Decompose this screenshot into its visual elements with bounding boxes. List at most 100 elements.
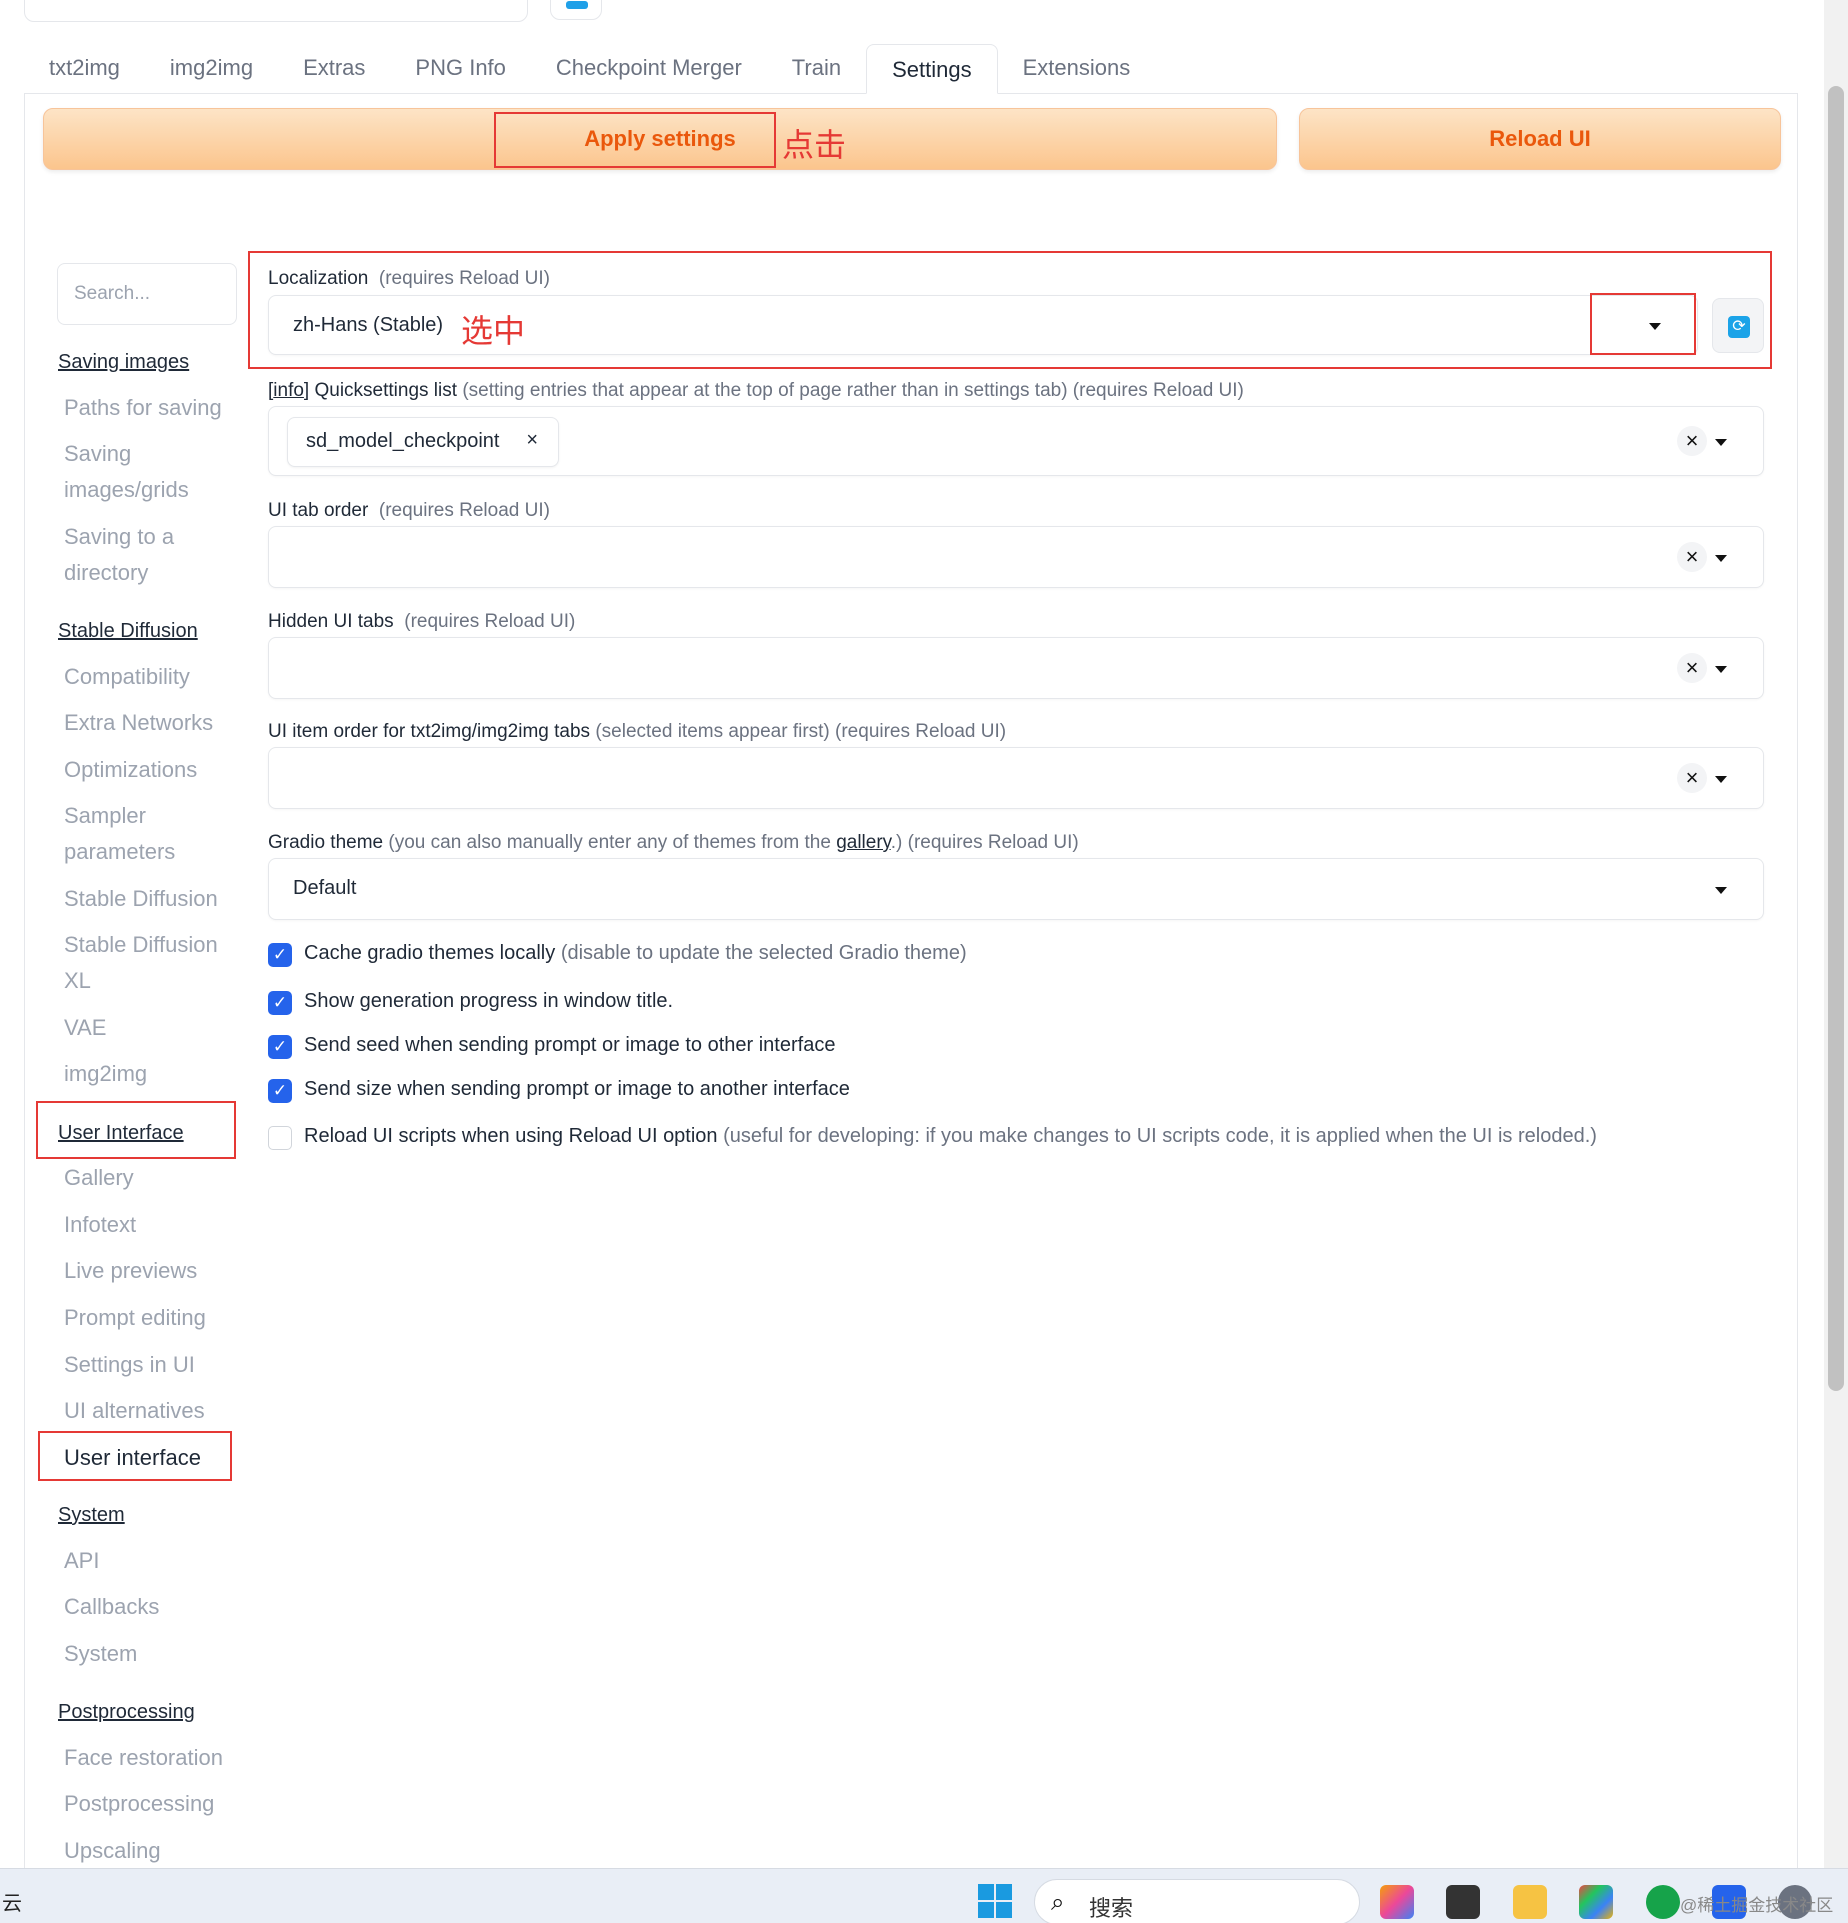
localization-dropdown[interactable]: zh-Hans (Stable) 选中 [268,295,1698,355]
tab-txt2img[interactable]: txt2img [24,43,145,93]
sidebar-item-upscaling[interactable]: Upscaling [64,1833,239,1869]
localization-label-text: Localization [268,268,369,289]
clear-icon[interactable]: × [1677,763,1707,793]
main-tabs: txt2img img2img Extras PNG Info Checkpoi… [24,44,1798,94]
scrollbar-thumb[interactable] [1828,86,1844,1391]
browser-icon[interactable] [1646,1885,1680,1919]
sidebar-item-extra-networks[interactable]: Extra Networks [64,705,239,741]
hidden-ui-tabs-label-text: Hidden UI tabs [268,611,394,632]
chevron-down-icon[interactable] [1715,555,1727,562]
clear-icon[interactable]: × [1677,653,1707,683]
tab-img2img[interactable]: img2img [145,43,278,93]
quicksetting-checkpoint-select[interactable] [24,0,528,22]
sidebar-item-postprocessing[interactable]: Postprocessing [64,1786,239,1822]
sidebar-item-live-previews[interactable]: Live previews [64,1253,239,1289]
reload-ui-button[interactable]: Reload UI [1299,108,1781,170]
refresh-localization-button[interactable]: ⟳ [1712,298,1764,353]
sidebar-item-ui-alternatives[interactable]: UI alternatives [64,1393,239,1429]
checkbox-checked[interactable]: ✓ [268,943,292,967]
gradio-theme-dropdown[interactable]: Default [268,858,1764,920]
sidebar-item-infotext[interactable]: Infotext [64,1207,239,1243]
reload-scripts-label: Reload UI scripts when using Reload UI o… [304,1125,718,1147]
sidebar-item-user-interface[interactable]: User interface [64,1440,239,1476]
chevron-down-icon[interactable] [1715,776,1727,783]
send-size-label: Send size when sending prompt or image t… [304,1078,850,1100]
chevron-down-icon[interactable] [1715,887,1727,894]
ui-tab-order-label-text: UI tab order [268,500,369,521]
taskbar-search[interactable]: ⌕ 搜索 [1034,1879,1360,1923]
chevron-down-icon[interactable] [1715,439,1727,446]
weather-widget[interactable]: 云 [2,1887,22,1916]
refresh-checkpoint-button[interactable] [550,0,602,20]
windows-start-icon[interactable] [978,1884,1012,1918]
store-icon[interactable] [1579,1885,1613,1919]
annotation-click-text: 点击 [782,127,847,163]
gallery-link[interactable]: gallery [836,832,891,853]
gradio-theme-label-text: Gradio theme [268,832,384,853]
info-link[interactable]: info [273,380,304,401]
settings-search-input[interactable] [57,263,237,325]
sidebar-item-saving-images-grids[interactable]: Saving images/grids [64,436,239,508]
checkbox-checked[interactable]: ✓ [268,991,292,1015]
chip-label: sd_model_checkpoint [306,430,500,452]
annotation-selected-text: 选中 [461,313,526,349]
apply-settings-button[interactable]: Apply settings [43,108,1277,170]
checkbox-checked[interactable]: ✓ [268,1079,292,1103]
ui-tab-order-note: (requires Reload UI) [378,500,550,521]
clear-icon[interactable]: × [1677,426,1707,456]
ui-tab-order-label: UI tab order (requires Reload UI) [268,500,550,522]
hidden-ui-tabs-note: (requires Reload UI) [404,611,576,632]
sidebar-item-settings-in-ui[interactable]: Settings in UI [64,1347,239,1383]
sidebar-item-paths-for-saving[interactable]: Paths for saving [64,390,239,426]
task-view-icon[interactable] [1446,1885,1480,1919]
sidebar-item-face-restoration[interactable]: Face restoration [64,1740,239,1776]
search-icon: ⌕ [1051,1889,1065,1916]
hidden-ui-tabs-multiselect[interactable]: × [268,637,1764,699]
sidebar-item-sampler-parameters[interactable]: Sampler parameters [64,798,239,870]
sidebar-section-postprocessing[interactable]: Postprocessing [58,1701,195,1724]
sidebar-section-stable-diffusion[interactable]: Stable Diffusion [58,620,198,643]
chevron-down-icon[interactable] [1715,666,1727,673]
sidebar-item-gallery[interactable]: Gallery [64,1160,239,1196]
page-scrollbar[interactable] [1824,0,1848,1868]
tab-png-info[interactable]: PNG Info [390,43,530,93]
sidebar-item-vae[interactable]: VAE [64,1010,239,1046]
sidebar-item-compatibility[interactable]: Compatibility [64,659,239,695]
sidebar-section-saving-images[interactable]: Saving images [58,351,189,374]
ui-tab-order-multiselect[interactable]: × [268,526,1764,588]
tab-extensions[interactable]: Extensions [998,43,1156,93]
sidebar-item-optimizations[interactable]: Optimizations [64,752,239,788]
checkbox-unchecked[interactable] [268,1126,292,1150]
cache-themes-note: (disable to update the selected Gradio t… [560,942,967,964]
sidebar-item-system[interactable]: System [64,1636,239,1672]
tab-train[interactable]: Train [767,43,866,93]
sidebar-item-stable-diffusion[interactable]: Stable Diffusion [64,881,239,917]
checkbox-checked[interactable]: ✓ [268,1035,292,1059]
clear-icon[interactable]: × [1677,542,1707,572]
sidebar-item-callbacks[interactable]: Callbacks [64,1589,239,1625]
windows-taskbar: 云 ⌕ 搜索 @稀土掘金技术社区 [0,1868,1848,1923]
tab-extras[interactable]: Extras [278,43,390,93]
sidebar-section-system[interactable]: System [58,1504,125,1527]
settings-action-bar: Apply settings Reload UI [43,108,1781,170]
ui-item-order-multiselect[interactable]: × [268,747,1764,809]
sidebar-item-stable-diffusion-xl[interactable]: Stable Diffusion XL [64,927,239,999]
sidebar-item-saving-to-directory[interactable]: Saving to a directory [64,519,239,591]
cache-themes-label: Cache gradio themes locally [304,942,556,964]
copilot-icon[interactable] [1380,1885,1414,1919]
sidebar-section-user-interface[interactable]: User Interface [58,1122,184,1145]
sidebar-item-img2img[interactable]: img2img [64,1056,239,1092]
chip-remove-icon[interactable]: × [526,429,538,452]
chevron-down-icon[interactable] [1649,323,1661,330]
gradio-theme-note-b: .) (requires Reload UI) [890,832,1079,853]
ui-item-order-label: UI item order for txt2img/img2img tabs (… [268,721,1006,743]
localization-note: (requires Reload UI) [378,268,550,289]
checkbox-label: Cache gradio themes locally (disable to … [304,942,967,965]
sidebar-item-prompt-editing[interactable]: Prompt editing [64,1300,239,1336]
sidebar-item-api[interactable]: API [64,1543,239,1579]
file-explorer-icon[interactable] [1513,1885,1547,1919]
tab-checkpoint-merger[interactable]: Checkpoint Merger [531,43,767,93]
tab-settings[interactable]: Settings [866,44,998,94]
quicksettings-label: [info] Quicksettings list (setting entri… [268,380,1244,401]
quicksettings-multiselect[interactable]: sd_model_checkpoint × × [268,406,1764,476]
